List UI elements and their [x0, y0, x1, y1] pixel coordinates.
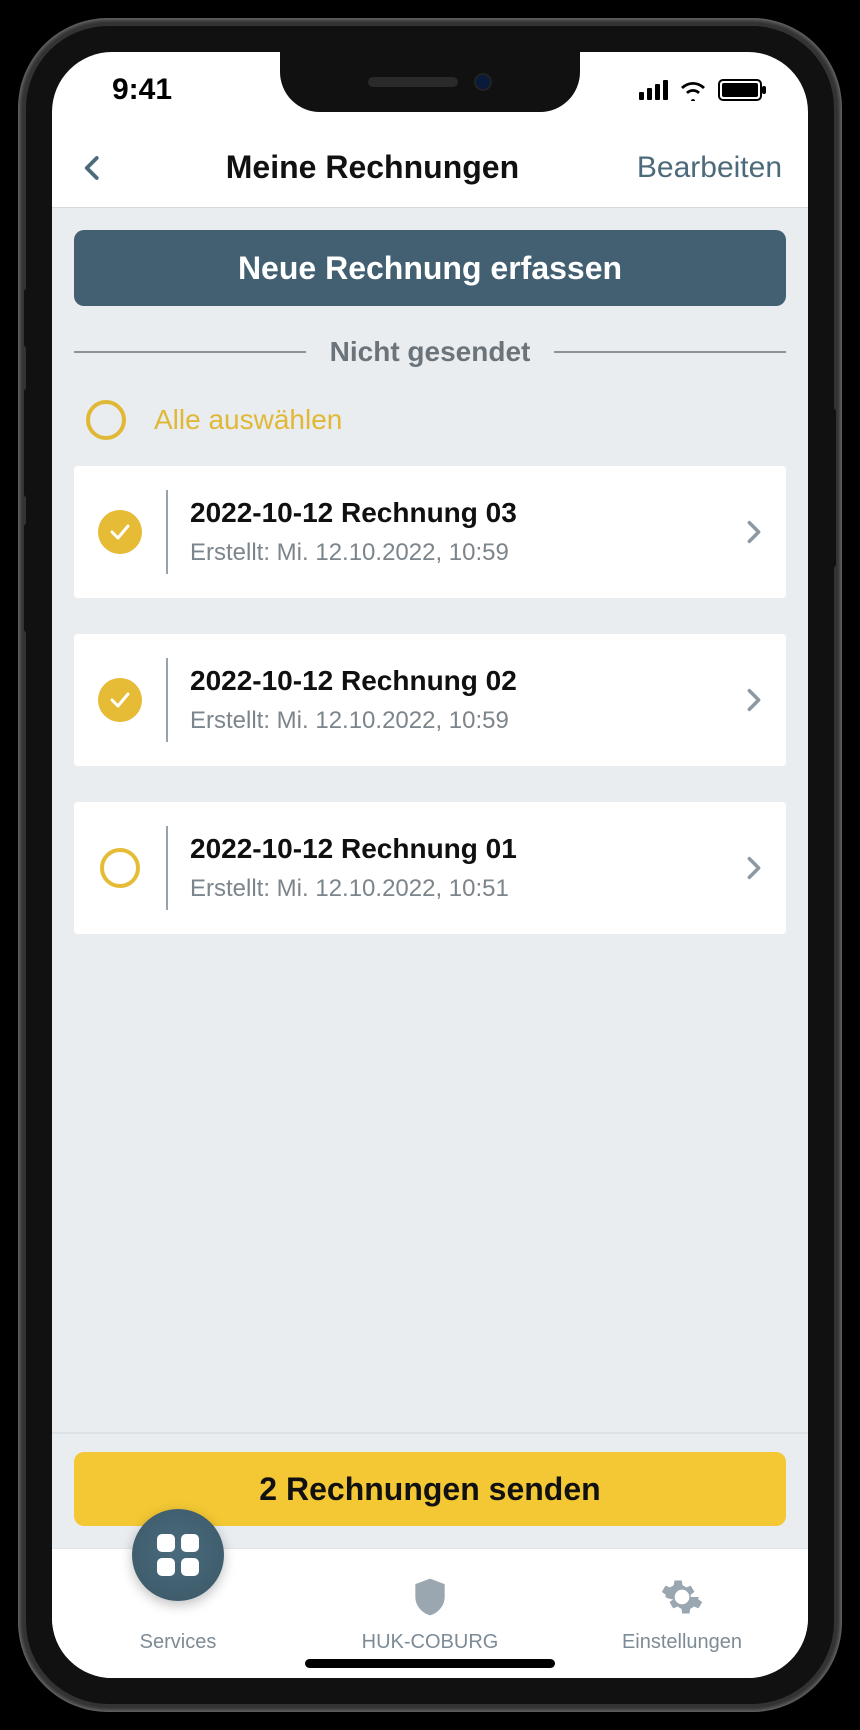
- invoice-title: 2022-10-12 Rechnung 03: [190, 497, 740, 529]
- invoice-title: 2022-10-12 Rechnung 02: [190, 665, 740, 697]
- invoice-title: 2022-10-12 Rechnung 01: [190, 833, 740, 865]
- check-icon: [108, 688, 132, 712]
- divider: [166, 490, 168, 574]
- home-indicator[interactable]: [305, 1659, 555, 1668]
- divider: [166, 658, 168, 742]
- divider: [166, 826, 168, 910]
- services-fab[interactable]: [132, 1509, 224, 1601]
- nav-header: Meine Rechnungen Bearbeiten: [52, 128, 808, 208]
- phone-frame: 9:41 Meine Rechnungen Bearbeiten Neue Re…: [18, 18, 842, 1712]
- new-invoice-button[interactable]: Neue Rechnung erfassen: [74, 230, 786, 306]
- invoice-checkbox-unchecked[interactable]: [100, 848, 140, 888]
- select-all-row[interactable]: Alle auswählen: [74, 388, 786, 466]
- device-notch: [280, 52, 580, 112]
- page-title: Meine Rechnungen: [108, 149, 637, 186]
- screen: 9:41 Meine Rechnungen Bearbeiten Neue Re…: [52, 52, 808, 1678]
- tab-label-settings: Einstellungen: [622, 1631, 742, 1654]
- select-all-label: Alle auswählen: [154, 404, 342, 436]
- chevron-right-icon: [740, 686, 768, 714]
- section-unsent-label: Nicht gesendet: [306, 336, 555, 368]
- chevron-right-icon: [740, 518, 768, 546]
- content-area: Neue Rechnung erfassen Nicht gesendet Al…: [52, 208, 808, 1432]
- check-icon: [108, 520, 132, 544]
- shield-icon: [408, 1575, 452, 1619]
- chevron-right-icon: [740, 854, 768, 882]
- invoice-row[interactable]: 2022-10-12 Rechnung 03 Erstellt: Mi. 12.…: [74, 466, 786, 598]
- invoice-subtitle: Erstellt: Mi. 12.10.2022, 10:59: [190, 707, 740, 735]
- invoice-row[interactable]: 2022-10-12 Rechnung 02 Erstellt: Mi. 12.…: [74, 634, 786, 766]
- section-unsent-header: Nicht gesendet: [74, 336, 786, 368]
- edit-button[interactable]: Bearbeiten: [637, 151, 782, 185]
- invoice-checkbox-checked[interactable]: [98, 678, 142, 722]
- select-all-checkbox[interactable]: [86, 400, 126, 440]
- tab-label-huk: HUK-COBURG: [362, 1631, 499, 1654]
- grid-icon: [157, 1534, 199, 1576]
- cellular-icon: [639, 80, 668, 100]
- status-time: 9:41: [112, 73, 172, 107]
- tab-settings[interactable]: Einstellungen: [556, 1549, 808, 1678]
- back-icon[interactable]: [78, 153, 108, 183]
- wifi-icon: [678, 79, 708, 101]
- gear-icon: [660, 1575, 704, 1619]
- invoice-row[interactable]: 2022-10-12 Rechnung 01 Erstellt: Mi. 12.…: [74, 802, 786, 934]
- invoice-subtitle: Erstellt: Mi. 12.10.2022, 10:51: [190, 875, 740, 903]
- tab-label-services: Services: [140, 1631, 217, 1654]
- battery-icon: [718, 79, 762, 101]
- invoice-checkbox-checked[interactable]: [98, 510, 142, 554]
- invoice-subtitle: Erstellt: Mi. 12.10.2022, 10:59: [190, 539, 740, 567]
